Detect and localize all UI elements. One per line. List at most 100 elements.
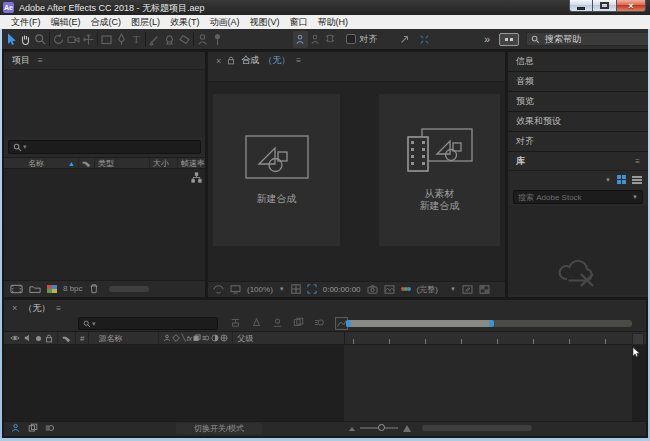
snapshot-icon[interactable] <box>367 285 378 294</box>
type-tool-icon[interactable]: T <box>129 31 144 48</box>
bit-depth-label[interactable]: 8 bpc <box>63 284 83 293</box>
minimize-button[interactable] <box>569 0 593 12</box>
close-button[interactable]: × <box>617 0 646 12</box>
sort-ascending-icon[interactable]: ▲ <box>68 160 75 167</box>
label-column-icon[interactable] <box>62 334 71 343</box>
navigator-playhead[interactable] <box>489 320 494 327</box>
comp-mini-flowchart-icon[interactable] <box>230 317 241 328</box>
toolbar-overflow-chevron[interactable]: » <box>484 33 490 45</box>
motion-blur-icon[interactable] <box>314 317 325 328</box>
zoom-in-mountain-icon[interactable] <box>402 424 412 432</box>
current-time-display[interactable]: 0:00:00:00 <box>323 285 361 294</box>
puppet-pin-tool-icon[interactable] <box>210 31 225 48</box>
toggle-switches-button[interactable]: 切换开关/模式 <box>176 423 262 434</box>
column-source-name[interactable]: 源名称 <box>98 333 122 344</box>
column-name[interactable]: 名称 <box>28 158 44 169</box>
libraries-tab[interactable]: 库 <box>516 155 525 168</box>
snap-crosshair-icon[interactable] <box>417 31 432 48</box>
zoom-out-mountain-icon[interactable] <box>348 425 356 432</box>
color-settings-icon[interactable] <box>47 285 57 293</box>
selection-tool-icon[interactable] <box>3 31 18 48</box>
timeline-hscrollbar[interactable] <box>422 425 532 431</box>
resolution-dropdown[interactable]: (完整) <box>417 284 438 295</box>
stock-search-caret-icon[interactable]: ▼ <box>632 194 638 200</box>
clone-stamp-tool-icon[interactable] <box>162 31 177 48</box>
hide-shy-icon[interactable] <box>272 317 283 328</box>
video-visibility-icon[interactable] <box>10 334 20 342</box>
roto-brush-tool-icon[interactable] <box>195 31 210 48</box>
shy-toggle-icon[interactable] <box>10 423 21 433</box>
solo-icon[interactable] <box>36 336 41 341</box>
project-tab[interactable]: 项目 <box>12 54 30 67</box>
column-parent[interactable]: 父级 <box>237 333 253 344</box>
comp-panel-lock-icon[interactable] <box>227 56 235 65</box>
rotation-tool-icon[interactable] <box>51 31 66 48</box>
comp-tab-title[interactable]: 合成 <box>241 54 259 67</box>
audio-panel-header[interactable]: 音频 <box>508 72 648 91</box>
always-preview-icon[interactable] <box>213 285 224 294</box>
comp-marker-button[interactable] <box>632 333 644 345</box>
preview-panel-header[interactable]: 预览 <box>508 92 648 111</box>
workspace-icon[interactable] <box>499 33 519 46</box>
draft-3d-icon[interactable] <box>251 317 262 328</box>
list-view-icon[interactable] <box>632 176 642 184</box>
menu-window[interactable]: 窗口 <box>285 16 313 29</box>
adobe-stock-search-field[interactable]: 搜索 Adobe Stock ▼ <box>513 190 643 204</box>
hand-tool-icon[interactable] <box>18 31 33 48</box>
brush-tool-icon[interactable] <box>147 31 162 48</box>
snap-arrow-icon[interactable] <box>397 31 412 48</box>
new-folder-icon[interactable] <box>29 284 41 294</box>
project-panel-menu-icon[interactable]: ≡ <box>38 56 43 65</box>
transparency-grid-icon[interactable] <box>479 285 490 294</box>
grid-view-icon[interactable] <box>617 175 626 184</box>
timeline-search-field[interactable]: ▾ <box>78 317 218 330</box>
library-select-caret-icon[interactable]: ▼ <box>605 177 611 183</box>
trash-icon[interactable] <box>89 283 99 294</box>
effects-presets-panel-header[interactable]: 效果和预设 <box>508 112 648 131</box>
column-frame-rate[interactable]: 帧速率 <box>181 158 205 169</box>
eraser-tool-icon[interactable] <box>177 31 192 48</box>
comp-panel-menu-icon[interactable]: ≡ <box>296 56 301 65</box>
column-number[interactable]: # <box>80 334 84 343</box>
menu-help[interactable]: 帮助(H) <box>313 16 354 29</box>
interpret-footage-icon[interactable] <box>10 284 23 294</box>
maximize-button[interactable] <box>593 0 617 12</box>
lock-icon[interactable] <box>45 334 53 343</box>
channel-settings-icon[interactable] <box>401 287 411 291</box>
rectangle-tool-icon[interactable] <box>99 31 114 48</box>
menu-animation[interactable]: 动画(A) <box>205 16 245 29</box>
fast-preview-icon[interactable] <box>462 285 473 294</box>
menu-edit[interactable]: 编辑(E) <box>46 16 86 29</box>
column-size[interactable]: 大小 <box>153 158 169 169</box>
timeline-zoom-slider[interactable] <box>360 427 398 429</box>
time-navigator[interactable] <box>346 320 632 327</box>
magnification-dropdown[interactable]: (100%) <box>247 285 273 294</box>
timeline-tab-close-icon[interactable]: × <box>12 303 17 313</box>
project-flowchart-icon[interactable] <box>191 172 202 183</box>
project-hscrollbar[interactable] <box>109 286 149 292</box>
column-type[interactable]: 类型 <box>98 158 114 169</box>
new-composition-from-footage-button[interactable]: 从素材新建合成 <box>379 94 500 246</box>
show-snapshot-icon[interactable] <box>384 285 395 294</box>
label-column-icon[interactable] <box>82 159 91 168</box>
camera-tool-icon[interactable] <box>66 31 81 48</box>
pan-behind-tool-icon[interactable] <box>81 31 96 48</box>
local-axis-mode-icon[interactable] <box>293 31 308 48</box>
info-panel-header[interactable]: 信息 <box>508 52 648 71</box>
pen-tool-icon[interactable] <box>114 31 129 48</box>
frame-blend-toggle-icon[interactable] <box>28 423 38 433</box>
menu-layer[interactable]: 图层(L) <box>126 16 165 29</box>
main-view-icon[interactable] <box>230 285 241 294</box>
time-ruler[interactable] <box>344 332 632 346</box>
zoom-tool-icon[interactable] <box>33 31 48 48</box>
region-of-interest-icon[interactable] <box>307 284 317 294</box>
menu-effect[interactable]: 效果(T) <box>165 16 205 29</box>
timeline-panel-menu-icon[interactable]: ≡ <box>56 304 61 313</box>
view-axis-mode-icon[interactable] <box>323 31 338 48</box>
grid-options-icon[interactable] <box>291 284 301 294</box>
snap-checkbox[interactable] <box>346 34 356 44</box>
motion-blur-toggle-icon[interactable] <box>45 423 55 433</box>
libraries-menu-icon[interactable]: ≡ <box>635 157 640 166</box>
help-search-field[interactable]: 搜索帮助 <box>526 32 650 46</box>
resolution-caret-icon[interactable]: ▼ <box>450 286 456 292</box>
